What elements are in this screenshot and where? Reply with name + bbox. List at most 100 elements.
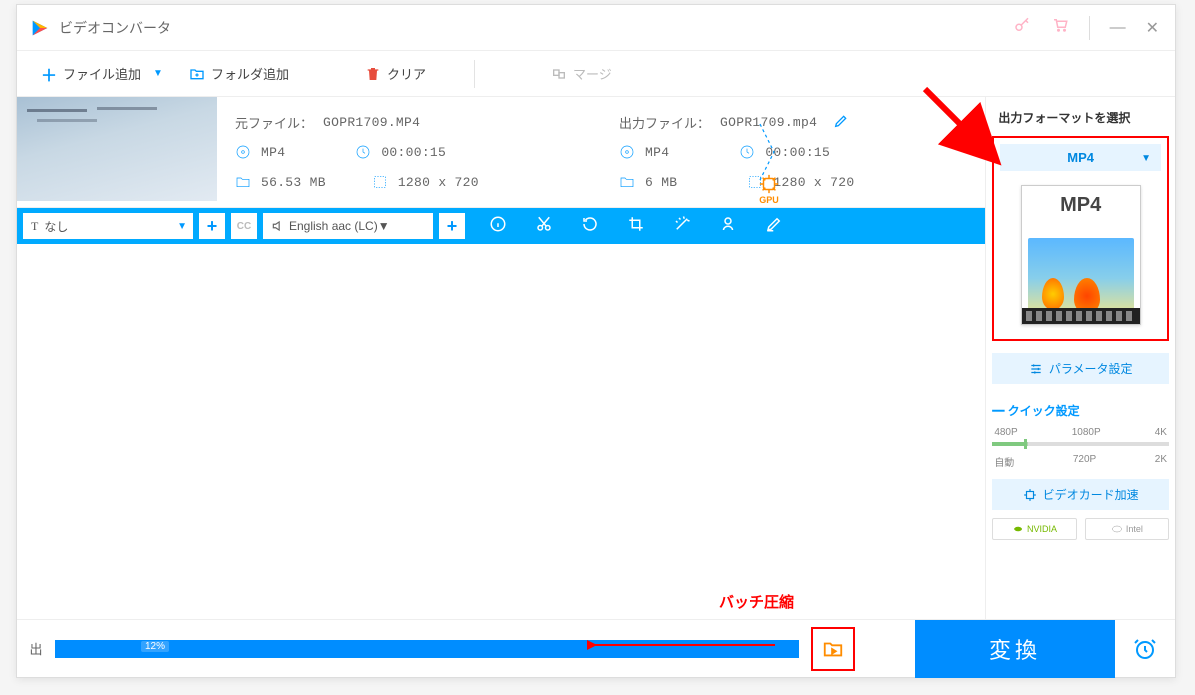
trash-icon <box>365 66 381 82</box>
titlebar: ビデオコンバータ — ✕ <box>17 5 1175 51</box>
annotation-arrow-bottom <box>587 637 777 653</box>
toolbar: ＋ ファイル追加 ▼ フォルダ追加 クリア マージ <box>17 51 1175 97</box>
progress-percent: 12% <box>141 641 169 652</box>
nvidia-chip: NVIDIA <box>992 518 1076 540</box>
clear-label: クリア <box>387 64 426 83</box>
q-auto: 自動 <box>994 454 1014 469</box>
add-audio-button[interactable]: + <box>439 213 465 239</box>
param-label: パラメータ設定 <box>1049 360 1133 377</box>
add-file-label: ファイル追加 <box>63 64 141 83</box>
gpu-label: GPU <box>759 195 779 205</box>
q-4k: 4K <box>1155 427 1167 438</box>
cc-button[interactable]: CC <box>231 213 257 239</box>
quality-slider[interactable] <box>992 442 1169 446</box>
format-value: MP4 <box>1067 150 1094 165</box>
out-format: MP4 <box>645 145 669 160</box>
chevron-down-icon: ▼ <box>378 219 390 233</box>
separator <box>1089 16 1090 40</box>
app-logo-icon <box>29 17 51 39</box>
gpu-accel-button[interactable]: ビデオカード加速 <box>992 479 1169 510</box>
audio-value: English aac (LC) <box>289 219 378 233</box>
add-file-button[interactable]: ＋ ファイル追加 ▼ <box>33 58 171 90</box>
chevron-down-icon: ▼ <box>177 221 187 232</box>
disc-icon <box>619 144 635 160</box>
merge-icon <box>551 66 567 82</box>
folder-add-icon <box>189 66 205 82</box>
add-folder-label: フォルダ追加 <box>211 64 289 83</box>
app-title: ビデオコンバータ <box>59 18 1013 38</box>
disc-icon <box>235 144 251 160</box>
out-size: 6 MB <box>645 175 677 190</box>
src-format: MP4 <box>261 145 285 160</box>
cut-icon[interactable] <box>535 215 553 238</box>
src-file-label: 元ファイル： <box>235 113 313 132</box>
out-file-label: 出力ファイル： <box>619 113 710 132</box>
edit-toolbar: T なし ▼ + CC English aac (LC) ▼ + <box>17 208 985 244</box>
sidebar: 出力フォーマットを選択 MP4 ▼ MP4 パラメータ設定 クイック設定 <box>985 97 1175 621</box>
text-icon: T <box>31 219 38 234</box>
param-settings-button[interactable]: パラメータ設定 <box>992 353 1169 384</box>
watermark-icon[interactable] <box>719 215 737 238</box>
format-selector[interactable]: MP4 ▼ MP4 <box>992 136 1169 341</box>
merge-button[interactable]: マージ <box>543 60 620 87</box>
speaker-icon <box>271 219 285 233</box>
intel-icon <box>1111 523 1123 535</box>
add-folder-button[interactable]: フォルダ追加 <box>181 60 297 87</box>
quick-settings: クイック設定 480P 1080P 4K 自動 720P 2K <box>992 398 1169 469</box>
folder-icon <box>235 174 251 190</box>
q-2k: 2K <box>1155 454 1167 469</box>
chevron-down-icon[interactable]: ▼ <box>153 68 163 79</box>
effects-icon[interactable] <box>673 215 691 238</box>
close-button[interactable]: ✕ <box>1146 18 1159 38</box>
sidebar-heading: 出力フォーマットを選択 <box>992 105 1169 136</box>
crop-icon[interactable] <box>627 215 645 238</box>
intel-label: Intel <box>1126 524 1143 534</box>
q-1080p: 1080P <box>1072 427 1101 438</box>
video-thumbnail[interactable] <box>17 97 217 201</box>
src-duration: 00:00:15 <box>381 145 446 160</box>
audio-select[interactable]: English aac (LC) ▼ <box>263 213 433 239</box>
key-icon[interactable] <box>1013 16 1031 39</box>
clear-button[interactable]: クリア <box>357 60 434 87</box>
add-subtitle-button[interactable]: + <box>199 213 225 239</box>
intel-chip: Intel <box>1085 518 1169 540</box>
chip-icon <box>1023 488 1037 502</box>
open-folder-button[interactable] <box>811 627 855 671</box>
output-dir-label: 出 <box>17 639 55 658</box>
source-column: 元ファイル： GOPR1709.MP4 MP4 00:00:15 56.53 M… <box>217 97 547 207</box>
schedule-button[interactable] <box>1115 637 1175 661</box>
separator <box>474 60 475 88</box>
src-file-name: GOPR1709.MP4 <box>323 115 420 130</box>
merge-label: マージ <box>573 64 612 83</box>
plus-icon: ＋ <box>41 62 57 86</box>
format-dropdown[interactable]: MP4 ▼ <box>1000 144 1161 171</box>
edit-name-icon[interactable] <box>833 113 849 132</box>
clock-icon <box>355 144 371 160</box>
output-column: 出力ファイル： GOPR1709.mp4 MP4 00:00:15 <box>601 97 985 207</box>
chevron-down-icon: ▼ <box>1141 153 1151 164</box>
folder-play-icon <box>822 638 844 660</box>
cart-icon[interactable] <box>1051 16 1069 39</box>
gpu-chip-icon: GPU <box>756 173 782 205</box>
folder-icon <box>619 174 635 190</box>
nvidia-label: NVIDIA <box>1027 524 1057 534</box>
gpu-label: ビデオカード加速 <box>1043 486 1139 503</box>
subtitle-edit-icon[interactable] <box>765 215 783 238</box>
subtitle-select[interactable]: T なし ▼ <box>23 213 193 239</box>
src-resolution: 1280 x 720 <box>398 175 479 190</box>
sliders-icon <box>1029 362 1043 376</box>
rotate-icon[interactable] <box>581 215 599 238</box>
format-preview-icon: MP4 <box>1021 185 1141 325</box>
src-size: 56.53 MB <box>261 175 326 190</box>
alarm-clock-icon <box>1133 637 1157 661</box>
minimize-button[interactable]: — <box>1110 19 1126 37</box>
annotation-batch-label: バッチ圧縮 <box>719 591 794 612</box>
format-tile-label: MP4 <box>1022 194 1140 217</box>
dimensions-icon <box>372 174 388 190</box>
info-icon[interactable] <box>489 215 507 238</box>
file-item: 元ファイル： GOPR1709.MP4 MP4 00:00:15 56.53 M… <box>17 97 985 208</box>
q-480p: 480P <box>994 427 1017 438</box>
q-720p: 720P <box>1073 454 1096 469</box>
convert-button[interactable]: 変換 <box>915 620 1115 678</box>
nvidia-icon <box>1012 523 1024 535</box>
